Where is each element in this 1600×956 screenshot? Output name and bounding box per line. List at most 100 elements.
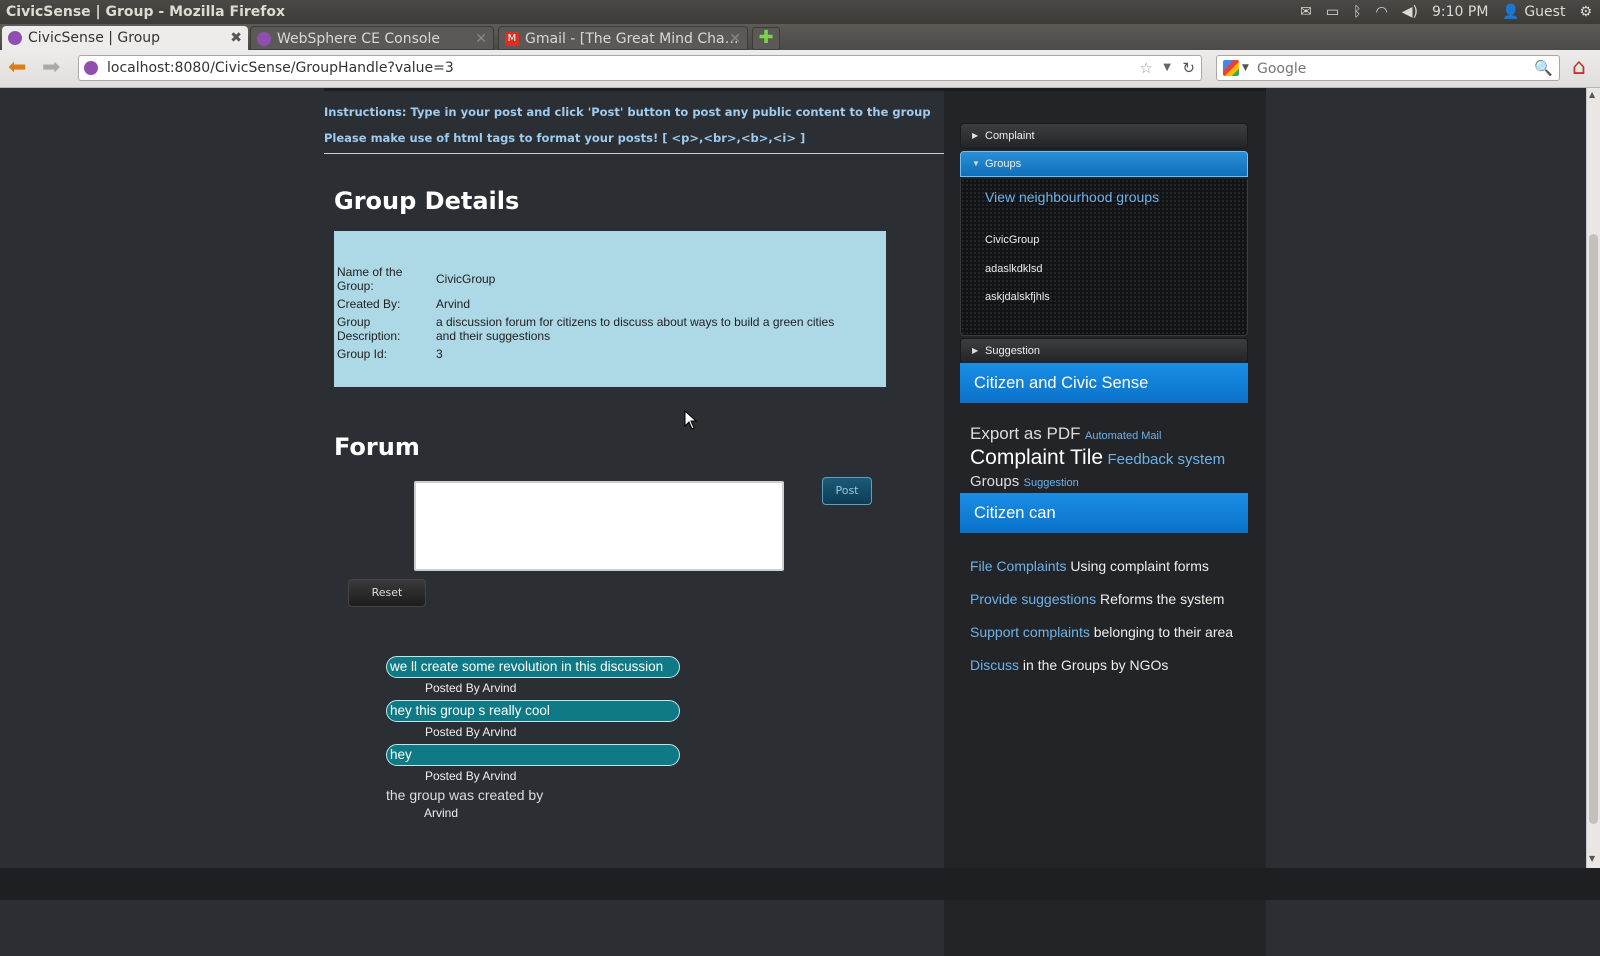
new-tab-button[interactable]: ✚ (752, 27, 780, 50)
mail-icon[interactable]: ✉ (1300, 0, 1312, 24)
url-text[interactable]: localhost:8080/CivicSense/GroupHandle?va… (107, 56, 454, 80)
tab-websphere-console[interactable]: WebSphere CE Console ✕ (250, 26, 494, 50)
power-gear-icon[interactable]: ⚙ (1579, 0, 1592, 24)
site-identity-icon[interactable] (84, 61, 98, 75)
main-content: Instructions: Type in your post and clic… (324, 91, 944, 956)
browser-tab-strip: CivicSense | Group ✖ WebSphere CE Consol… (0, 24, 1600, 50)
discuss-link[interactable]: Discuss (970, 657, 1019, 673)
group-link-civicgroup[interactable]: CivicGroup (985, 234, 1039, 246)
detail-label: Group Id: (337, 347, 388, 361)
scrollbar-thumb[interactable] (1589, 234, 1598, 824)
view-neighbourhood-groups-link[interactable]: View neighbourhood groups (985, 189, 1159, 205)
user-icon: 👤 (1502, 4, 1520, 20)
accordion-groups[interactable]: ▼ Groups (960, 151, 1248, 177)
detail-label: Group Description: (337, 315, 401, 343)
provide-suggestions-link[interactable]: Provide suggestions (970, 591, 1096, 607)
capability-text: Using complaint forms (1070, 558, 1209, 574)
url-history-dropdown-icon[interactable]: ▼ (1163, 56, 1171, 80)
search-input[interactable] (1255, 58, 1519, 80)
page-viewport: Instructions: Type in your post and clic… (0, 88, 1586, 956)
bluetooth-icon[interactable]: ᛒ (1353, 0, 1361, 24)
browser-nav-bar: ⬅ ➡ localhost:8080/CivicSense/GroupHandl… (0, 50, 1600, 88)
detail-value: Arvind (436, 297, 471, 311)
group-created-by-text: the group was created by (386, 787, 544, 803)
scroll-down-arrow-icon[interactable]: ▼ (1589, 854, 1595, 863)
gmail-favicon-icon: M (505, 32, 519, 46)
tag-feedback-system[interactable]: Feedback system (1108, 451, 1226, 468)
search-engine-icon[interactable] (1223, 60, 1239, 76)
group-details-table: Name of the Group: CivicGroup Created By… (334, 231, 886, 387)
capability-text: Reforms the system (1099, 591, 1225, 607)
forum-post: hey this group s really cool (386, 700, 680, 722)
post-button[interactable]: Post (822, 477, 872, 505)
group-details-heading: Group Details (334, 187, 520, 215)
tab-label: WebSphere CE Console (277, 31, 440, 47)
vertical-scrollbar[interactable]: ▲ ▼ (1586, 88, 1600, 868)
reset-button[interactable]: Reset (348, 579, 426, 607)
capability-text: in the Groups by NGOs (1022, 657, 1169, 673)
search-icon[interactable]: 🔍 (1534, 56, 1553, 80)
home-icon[interactable]: ⌂ (1572, 56, 1586, 80)
tag-automated-mail[interactable]: Automated Mail (1085, 430, 1161, 442)
mouse-cursor-icon (684, 410, 698, 430)
close-tab-icon[interactable]: ✕ (475, 27, 487, 49)
detail-label: Name of the Group: (337, 265, 403, 293)
clock[interactable]: 9:10 PM (1432, 0, 1488, 24)
detail-value: a discussion forum for citizens to discu… (436, 315, 835, 343)
groups-panel: View neighbourhood groups CivicGroup ada… (960, 179, 1248, 336)
capability-row: Discuss in the Groups by NGOs (970, 657, 1168, 673)
tab-gmail[interactable]: M Gmail - [The Great Mind Cha… ✕ (498, 26, 748, 50)
os-top-bar: CivicSense | Group - Mozilla Firefox ✉ ▭… (0, 0, 1600, 24)
close-tab-icon[interactable]: ✖ (230, 26, 242, 50)
capability-row: File Complaints Using complaint forms (970, 558, 1209, 574)
group-creator-name: Arvind (424, 806, 459, 820)
forum-heading: Forum (334, 433, 420, 461)
caret-right-icon: ▶ (972, 346, 979, 355)
tag-suggestion[interactable]: Suggestion (1024, 477, 1079, 489)
search-bar[interactable]: ▼ 🔍 (1216, 55, 1560, 81)
group-link[interactable]: adaslkdklsd (985, 263, 1042, 275)
file-complaints-link[interactable]: File Complaints (970, 558, 1066, 574)
capability-row: Support complaints belonging to their ar… (970, 624, 1233, 640)
forum-post: hey (386, 744, 680, 766)
tag-cloud: Export as PDF Automated Mail Complaint T… (970, 423, 1250, 494)
user-name: Guest (1524, 4, 1566, 20)
tab-civicsense-group[interactable]: CivicSense | Group ✖ (2, 26, 248, 50)
group-link[interactable]: askjdalskfjhls (985, 291, 1050, 303)
detail-label: Created By: (337, 297, 401, 311)
tab-label: CivicSense | Group (28, 30, 161, 46)
scroll-up-arrow-icon[interactable]: ▲ (1589, 90, 1595, 99)
accordion-label: Groups (985, 158, 1022, 170)
accordion-complaint[interactable]: ▶ Complaint (960, 123, 1248, 149)
user-menu[interactable]: 👤 Guest (1502, 0, 1565, 24)
bottom-strip (0, 868, 1600, 900)
capability-row: Provide suggestions Reforms the system (970, 591, 1224, 607)
reload-icon[interactable]: ↻ (1182, 56, 1195, 80)
wifi-icon[interactable]: ◠ (1376, 0, 1388, 24)
accordion-label: Complaint (985, 130, 1035, 142)
close-tab-icon[interactable]: ✕ (729, 27, 741, 49)
instructions-text: Instructions: Type in your post and clic… (324, 105, 931, 119)
post-author: Posted By Arvind (425, 725, 517, 739)
bookmark-star-icon[interactable]: ☆ (1140, 56, 1153, 80)
forum-post: we ll create some revolution in this dis… (386, 656, 680, 678)
url-bar[interactable]: localhost:8080/CivicSense/GroupHandle?va… (78, 55, 1202, 81)
forward-arrow-icon[interactable]: ➡ (42, 56, 60, 80)
post-textarea[interactable] (414, 481, 784, 571)
battery-icon[interactable]: ▭ (1326, 0, 1339, 24)
capability-text: belonging to their area (1093, 624, 1234, 640)
site-favicon-icon (257, 32, 271, 46)
detail-value: 3 (436, 347, 443, 361)
tag-export-pdf[interactable]: Export as PDF (970, 424, 1081, 443)
support-complaints-link[interactable]: Support complaints (970, 624, 1090, 640)
tab-label: Gmail - [The Great Mind Cha… (525, 31, 739, 47)
search-engine-dropdown-icon[interactable]: ▼ (1242, 56, 1249, 80)
back-arrow-icon[interactable]: ⬅ (8, 56, 26, 80)
tag-complaint-tile[interactable]: Complaint Tile (970, 446, 1103, 469)
caret-right-icon: ▶ (972, 131, 979, 140)
accordion-suggestion[interactable]: ▶ Suggestion (960, 338, 1248, 364)
post-author: Posted By Arvind (425, 769, 517, 783)
tag-groups[interactable]: Groups (970, 473, 1019, 490)
banner-citizen-can: Citizen can (960, 493, 1248, 533)
volume-icon[interactable]: ◀) (1402, 0, 1418, 24)
